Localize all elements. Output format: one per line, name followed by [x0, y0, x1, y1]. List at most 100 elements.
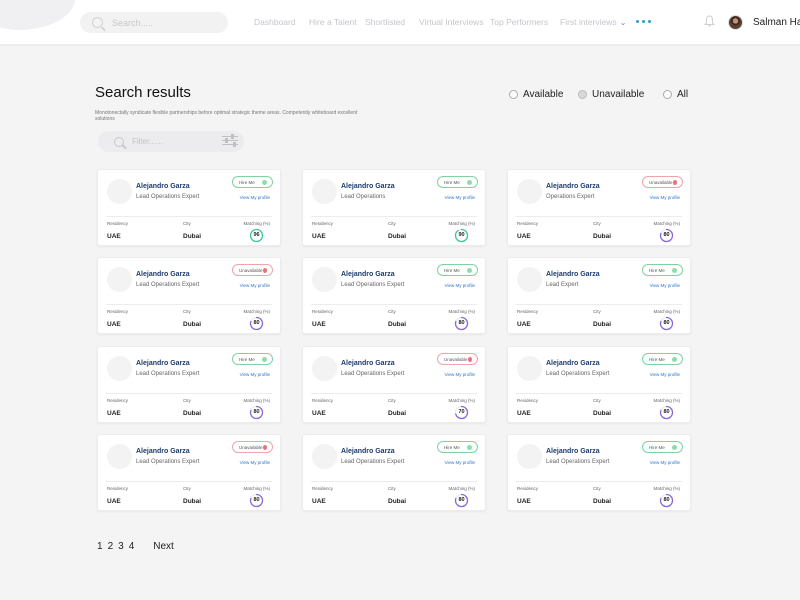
- unavailable-badge: Unavailable: [642, 176, 683, 188]
- candidate-role: Lead Operations Expert: [341, 282, 405, 288]
- status-dot-icon: [672, 444, 677, 450]
- radio-circle[interactable]: [509, 90, 518, 99]
- city-value: Dubai: [593, 233, 612, 240]
- view-profile-link[interactable]: View My profile: [240, 460, 270, 465]
- matching-score: 80: [663, 320, 670, 326]
- nav-item-first-interviews[interactable]: First interviews ⌄: [560, 17, 626, 27]
- candidate-card[interactable]: Alejandro Garza Lead Operations Hire Me …: [302, 169, 486, 246]
- status-label: Hire Me: [444, 444, 460, 450]
- radio-unavailable[interactable]: Unavailable: [578, 89, 644, 100]
- candidate-role: Lead Operations Expert: [546, 371, 610, 377]
- city-value: Dubai: [183, 410, 202, 417]
- search-input[interactable]: [112, 17, 212, 28]
- candidate-card[interactable]: Alejandro Garza Operations Expert Unavai…: [507, 169, 691, 246]
- candidate-card[interactable]: Alejandro Garza Lead Operations Expert H…: [507, 434, 691, 511]
- candidate-role: Lead Expert: [546, 282, 579, 288]
- residency-value: UAE: [107, 410, 121, 417]
- hire-me-button[interactable]: Hire Me: [642, 264, 683, 276]
- view-profile-link[interactable]: View My profile: [240, 372, 270, 377]
- radio-available[interactable]: Available: [509, 89, 563, 100]
- candidate-card[interactable]: Alejandro Garza Lead Operations Expert H…: [302, 434, 486, 511]
- hire-me-button[interactable]: Hire Me: [642, 353, 683, 365]
- city-label: City: [183, 486, 191, 491]
- page-1[interactable]: 1: [97, 541, 103, 552]
- view-profile-link[interactable]: View My profile: [650, 460, 680, 465]
- candidate-name[interactable]: Alejandro Garza: [136, 360, 190, 367]
- logo-shape: [0, 0, 75, 30]
- next-page-button[interactable]: Next: [153, 541, 174, 552]
- candidate-name[interactable]: Alejandro Garza: [136, 271, 190, 278]
- radio-circle[interactable]: [663, 90, 672, 99]
- candidate-card[interactable]: Alejandro Garza Lead Operations Expert U…: [97, 434, 281, 511]
- unavailable-badge: Unavailable: [437, 353, 478, 365]
- candidate-card[interactable]: Alejandro Garza Lead Operations Expert H…: [507, 346, 691, 423]
- hire-me-button[interactable]: Hire Me: [437, 441, 478, 453]
- view-profile-link[interactable]: View My profile: [650, 372, 680, 377]
- unavailable-badge: Unavailable: [232, 264, 273, 276]
- matching-score: 80: [458, 497, 465, 503]
- candidate-name[interactable]: Alejandro Garza: [136, 183, 190, 190]
- hire-me-button[interactable]: Hire Me: [437, 176, 478, 188]
- candidate-name[interactable]: Alejandro Garza: [546, 448, 600, 455]
- filter-search[interactable]: [98, 131, 244, 152]
- filter-settings-icon[interactable]: [222, 134, 238, 147]
- radio-all[interactable]: All: [663, 89, 688, 100]
- page-3[interactable]: 3: [118, 541, 124, 552]
- page-2[interactable]: 2: [108, 541, 114, 552]
- candidate-card[interactable]: Alejandro Garza Lead Expert Hire Me View…: [507, 257, 691, 334]
- view-profile-link[interactable]: View My profile: [445, 460, 475, 465]
- city-value: Dubai: [388, 410, 407, 417]
- page-4[interactable]: 4: [129, 541, 135, 552]
- view-profile-link[interactable]: View My profile: [445, 195, 475, 200]
- status-dot-icon: [262, 356, 267, 362]
- candidate-card[interactable]: Alejandro Garza Lead Operations Expert U…: [302, 346, 486, 423]
- hire-me-button[interactable]: Hire Me: [437, 264, 478, 276]
- candidate-card[interactable]: Alejandro Garza Lead Operations Expert H…: [97, 346, 281, 423]
- residency-value: UAE: [517, 498, 531, 505]
- candidate-card[interactable]: Alejandro Garza Lead Operations Expert H…: [97, 169, 281, 246]
- more-menu-icon[interactable]: [636, 20, 651, 23]
- candidate-name[interactable]: Alejandro Garza: [341, 183, 395, 190]
- hire-me-button[interactable]: Hire Me: [232, 176, 273, 188]
- city-label: City: [183, 398, 191, 403]
- candidate-card[interactable]: Alejandro Garza Lead Operations Expert U…: [97, 257, 281, 334]
- candidate-name[interactable]: Alejandro Garza: [546, 360, 600, 367]
- candidate-name[interactable]: Alejandro Garza: [136, 448, 190, 455]
- candidate-name[interactable]: Alejandro Garza: [546, 271, 600, 278]
- candidate-name[interactable]: Alejandro Garza: [341, 271, 395, 278]
- candidate-photo: [312, 356, 337, 381]
- view-profile-link[interactable]: View My profile: [650, 195, 680, 200]
- candidate-name[interactable]: Alejandro Garza: [341, 448, 395, 455]
- nav-item-top-performers[interactable]: Top Performers: [490, 17, 548, 27]
- notification-bell-icon[interactable]: [704, 15, 715, 27]
- candidate-card[interactable]: Alejandro Garza Lead Operations Expert H…: [302, 257, 486, 334]
- status-dot-icon: [672, 356, 677, 362]
- user-avatar[interactable]: [728, 15, 743, 30]
- candidate-name[interactable]: Alejandro Garza: [546, 183, 600, 190]
- view-profile-link[interactable]: View My profile: [445, 283, 475, 288]
- city-label: City: [183, 221, 191, 226]
- user-name[interactable]: Salman Har: [753, 17, 800, 28]
- hire-me-button[interactable]: Hire Me: [232, 353, 273, 365]
- view-profile-link[interactable]: View My profile: [650, 283, 680, 288]
- global-search[interactable]: [80, 12, 228, 33]
- view-profile-link[interactable]: View My profile: [240, 195, 270, 200]
- nav-item-hire-a-talent[interactable]: Hire a Talent: [309, 17, 357, 27]
- city-value: Dubai: [183, 233, 202, 240]
- view-profile-link[interactable]: View My profile: [240, 283, 270, 288]
- view-profile-link[interactable]: View My profile: [445, 372, 475, 377]
- nav-item-virtual-interviews[interactable]: Virtual Interviews: [419, 17, 484, 27]
- filter-input[interactable]: [132, 137, 202, 146]
- candidate-name[interactable]: Alejandro Garza: [341, 360, 395, 367]
- residency-value: UAE: [107, 498, 121, 505]
- nav-item-dashboard[interactable]: Dashboard: [254, 17, 296, 27]
- nav-item-shortlisted[interactable]: Shortlisted: [365, 17, 405, 27]
- candidate-photo: [517, 267, 542, 292]
- candidate-role: Lead Operations Expert: [341, 371, 405, 377]
- residency-label: Residency: [107, 221, 129, 226]
- status-label: Unavailable: [649, 179, 673, 185]
- candidate-photo: [107, 444, 132, 469]
- radio-circle[interactable]: [578, 90, 587, 99]
- residency-value: UAE: [312, 233, 326, 240]
- hire-me-button[interactable]: Hire Me: [642, 441, 683, 453]
